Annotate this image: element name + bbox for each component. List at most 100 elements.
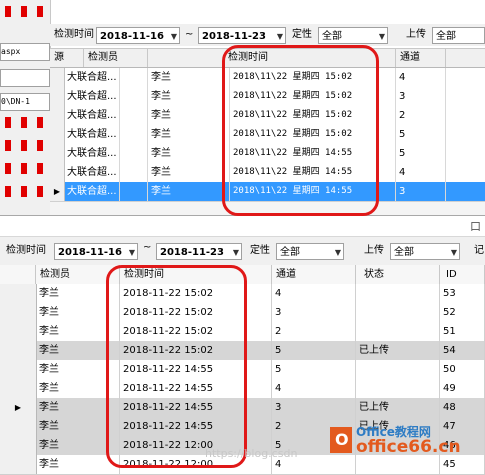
time-cell: 2018\11\22 星期四 14:55 [230, 163, 396, 182]
row-selector[interactable] [50, 163, 65, 182]
date-to-picker[interactable]: 2018-11-23 ▼ [156, 243, 242, 260]
date-from-picker[interactable]: 2018-11-16 ▼ [54, 243, 138, 260]
chevron-down-icon[interactable]: ▼ [129, 244, 135, 259]
table-row[interactable]: 大联合超... 李兰 2018\11\22 星期四 14:55 4 [50, 163, 485, 183]
row-selector[interactable] [50, 106, 65, 125]
row-selector[interactable] [0, 379, 37, 398]
table-row[interactable]: 大联合超... 李兰 2018\11\22 星期四 15:02 2 [50, 106, 485, 126]
date-to-picker[interactable]: 2018-11-23 ▼ [198, 27, 286, 44]
column-header-inspector[interactable]: 检测员 [36, 265, 120, 284]
column-header-id[interactable]: ID [440, 265, 485, 284]
upload-select[interactable]: 全部 ▼ [390, 243, 460, 260]
upload-label: 上传 [364, 245, 384, 256]
column-header-status[interactable]: 状态 [356, 265, 440, 284]
time-cell: 2018-11-22 14:55 [120, 360, 272, 379]
table-row[interactable]: ▶ 大联合超... 李兰 2018\11\22 星期四 14:55 3 [50, 182, 485, 202]
blank-cell [120, 68, 148, 87]
row-selector[interactable] [0, 284, 37, 303]
time-cell: 2018-11-22 14:55 [120, 398, 272, 417]
chevron-down-icon[interactable]: ▼ [171, 28, 177, 43]
upload-select[interactable]: 全部 [432, 27, 485, 44]
table-row[interactable]: 李兰 2018-11-22 15:02 2 51 [0, 322, 485, 342]
inspector-cell: 李兰 [36, 436, 120, 455]
chevron-down-icon[interactable]: ▼ [379, 28, 385, 43]
column-header-time[interactable]: 检测时间 [148, 49, 396, 67]
qualitative-select[interactable]: 全部 ▼ [318, 27, 388, 44]
qualitative-value: 全部 [280, 247, 300, 258]
table-row[interactable]: 李兰 2018-11-22 15:02 3 52 [0, 303, 485, 323]
row-selector[interactable] [0, 436, 37, 455]
restore-icon[interactable]: 口 [470, 218, 481, 234]
row-selector[interactable] [0, 360, 37, 379]
id-cell: 52 [440, 303, 485, 322]
inspector-cell: 李兰 [148, 163, 230, 182]
chevron-down-icon[interactable]: ▼ [335, 244, 341, 259]
blank-cell [120, 87, 148, 106]
blank-cell [120, 125, 148, 144]
column-header-time[interactable]: 检测时间 [120, 265, 272, 284]
path-field-top[interactable]: aspx [0, 43, 50, 61]
row-selector[interactable] [0, 455, 37, 474]
top-filter-toolbar: 检测时间 2018-11-16 ▼ ~ 2018-11-23 ▼ 定性 全部 ▼… [50, 24, 485, 46]
window-title-bar: 口 [0, 215, 485, 237]
table-row[interactable]: 大联合超... 李兰 2018\11\22 星期四 15:02 4 [50, 68, 485, 88]
inspector-cell: 李兰 [36, 360, 120, 379]
blank-cell [120, 144, 148, 163]
path-field-mid[interactable]: 0\DN-1 [0, 93, 50, 111]
time-cell: 2018\11\22 星期四 15:02 [230, 87, 396, 106]
inspector-cell: 李兰 [36, 322, 120, 341]
top-data-grid: 源 检测员 检测时间 通道 大联合超... 李兰 2018\11\22 星期四 15… [50, 48, 485, 216]
channel-cell: 2 [396, 106, 446, 125]
row-selector[interactable] [0, 341, 37, 360]
chevron-down-icon[interactable]: ▼ [277, 28, 283, 43]
left-panel: aspx 0\DN-1 [0, 0, 51, 215]
status-cell [356, 322, 440, 341]
column-header-channel[interactable]: 通道 [272, 265, 356, 284]
red-marker [37, 140, 43, 151]
table-row[interactable]: 李兰 2018-11-22 14:55 5 50 [0, 360, 485, 380]
table-row[interactable]: 李兰 2018-11-22 14:55 4 49 [0, 379, 485, 399]
chevron-down-icon[interactable]: ▼ [233, 244, 239, 259]
blank-field[interactable] [0, 69, 50, 87]
time-cell: 2018\11\22 星期四 14:55 [230, 144, 396, 163]
date-from-picker[interactable]: 2018-11-16 ▼ [96, 27, 180, 44]
id-cell: 54 [440, 341, 485, 360]
channel-cell: 4 [272, 379, 356, 398]
table-row[interactable]: 李兰 2018-11-22 15:02 5 已上传 54 [0, 341, 485, 361]
row-selector[interactable] [0, 417, 37, 436]
inspector-cell: 李兰 [36, 398, 120, 417]
table-row[interactable]: ▶ 李兰 2018-11-22 14:55 3 已上传 48 [0, 398, 485, 418]
row-selector[interactable] [50, 87, 65, 106]
inspector-cell: 李兰 [148, 125, 230, 144]
row-selector[interactable] [0, 303, 37, 322]
channel-cell: 5 [272, 360, 356, 379]
table-row[interactable]: 大联合超... 李兰 2018\11\22 星期四 14:55 5 [50, 144, 485, 164]
table-row[interactable]: 大联合超... 李兰 2018\11\22 星期四 15:02 3 [50, 87, 485, 107]
current-row-arrow-icon[interactable]: ▶ [50, 182, 65, 201]
table-row[interactable]: 李兰 2018-11-22 15:02 4 53 [0, 284, 485, 304]
qualitative-select[interactable]: 全部 ▼ [276, 243, 344, 260]
source-cell: 大联合超... [64, 144, 120, 163]
source-cell: 大联合超... [64, 163, 120, 182]
inspector-cell: 李兰 [148, 106, 230, 125]
row-selector[interactable] [50, 68, 65, 87]
date-label: 检测时间 [6, 245, 46, 256]
current-row-arrow-icon[interactable]: ▶ [0, 398, 37, 417]
inspector-cell: 李兰 [36, 341, 120, 360]
row-selector[interactable] [50, 125, 65, 144]
column-header-channel[interactable]: 通道 [396, 49, 446, 67]
blank-cell [120, 182, 148, 201]
chevron-down-icon[interactable]: ▼ [451, 244, 457, 259]
office-logo-icon: O [330, 427, 352, 453]
column-header-inspector[interactable]: 检测员 [84, 49, 148, 67]
table-row[interactable]: 大联合超... 李兰 2018\11\22 星期四 15:02 5 [50, 125, 485, 145]
qualitative-value: 全部 [322, 31, 342, 42]
inspector-cell: 李兰 [36, 379, 120, 398]
channel-cell: 5 [396, 144, 446, 163]
time-cell: 2018-11-22 14:55 [120, 379, 272, 398]
row-selector[interactable] [50, 144, 65, 163]
status-cell [356, 284, 440, 303]
column-header-source[interactable]: 源 [50, 49, 84, 67]
bottom-filter-toolbar: 检测时间 2018-11-16 ▼ ~ 2018-11-23 ▼ 定性 全部 ▼… [0, 237, 485, 266]
row-selector[interactable] [0, 322, 37, 341]
